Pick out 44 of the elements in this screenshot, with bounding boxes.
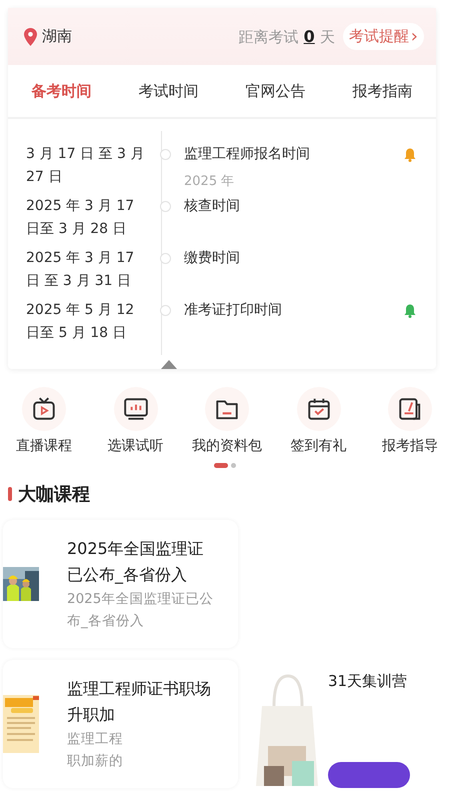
date-range: 3 月 17 日 至 3 月 27 日 xyxy=(26,145,146,187)
chart-monitor-icon xyxy=(122,396,148,422)
date-range: 2025 年 3 月 17 日至 3 月 28 日 xyxy=(26,197,136,239)
location-pin-icon xyxy=(24,28,37,46)
course-title: 监理工程师证书职场升职加 xyxy=(67,678,212,726)
shortcut-item[interactable]: 签到有礼 xyxy=(278,387,358,455)
shortcut-item[interactable]: 直播课程 xyxy=(4,387,84,455)
section-marker xyxy=(8,487,12,501)
document-pen-icon xyxy=(397,396,423,422)
shortcut-item[interactable]: 我的资料包 xyxy=(187,387,267,455)
bell-icon[interactable] xyxy=(404,304,416,318)
tab[interactable]: 考试时间 xyxy=(115,82,222,100)
event-title: 缴费时间 xyxy=(184,249,241,268)
join-button[interactable] xyxy=(328,762,410,788)
course-card[interactable]: 监理工程师证书职场升职加 监理工程 职加薪的 xyxy=(3,660,238,788)
course-title: 2025年全国监理证已公布_各省份入 xyxy=(67,538,205,586)
event-title: 核查时间 xyxy=(184,197,241,216)
shortcut-item[interactable]: 选课试听 xyxy=(96,387,176,455)
course-subtitle: 职加薪的 xyxy=(67,752,124,771)
collapse-icon[interactable] xyxy=(161,360,177,369)
countdown-days: 0 xyxy=(304,26,315,46)
tab[interactable]: 备考时间 xyxy=(8,82,115,100)
course-subtitle: 2025年全国监理证已公布_各省份入 xyxy=(67,590,214,631)
countdown-label: 距离考试 xyxy=(238,28,299,46)
page-indicator[interactable] xyxy=(231,463,236,468)
course-subtitle: 监理工程 xyxy=(67,730,124,749)
event-year: 2025 年 xyxy=(184,173,236,190)
countdown-unit: 天 xyxy=(320,28,335,46)
location-label[interactable]: 湖南 xyxy=(42,27,72,46)
date-range: 2025 年 3 月 17 日 至 3 月 31 日 xyxy=(26,249,136,291)
calendar-check-icon xyxy=(306,396,332,422)
tv-icon xyxy=(31,396,57,422)
page-indicator[interactable] xyxy=(214,463,228,468)
bell-icon[interactable] xyxy=(404,148,416,162)
promo-title: 31天集训营 xyxy=(328,672,408,691)
event-title: 监理工程师报名时间 xyxy=(184,145,311,164)
tab[interactable]: 报考指南 xyxy=(329,82,436,100)
event-title: 准考证打印时间 xyxy=(184,301,283,320)
section-title: 大咖课程 xyxy=(18,483,90,506)
shortcut-item[interactable]: 报考指导 xyxy=(370,387,450,455)
tab[interactable]: 官网公告 xyxy=(222,82,329,100)
date-range: 2025 年 5 月 12 日至 5 月 18 日 xyxy=(26,301,136,343)
course-card[interactable]: 2025年全国监理证已公布_各省份入 2025年全国监理证已公布_各省份入 xyxy=(3,520,238,648)
reminder-button[interactable]: 考试提醒› xyxy=(342,23,424,50)
